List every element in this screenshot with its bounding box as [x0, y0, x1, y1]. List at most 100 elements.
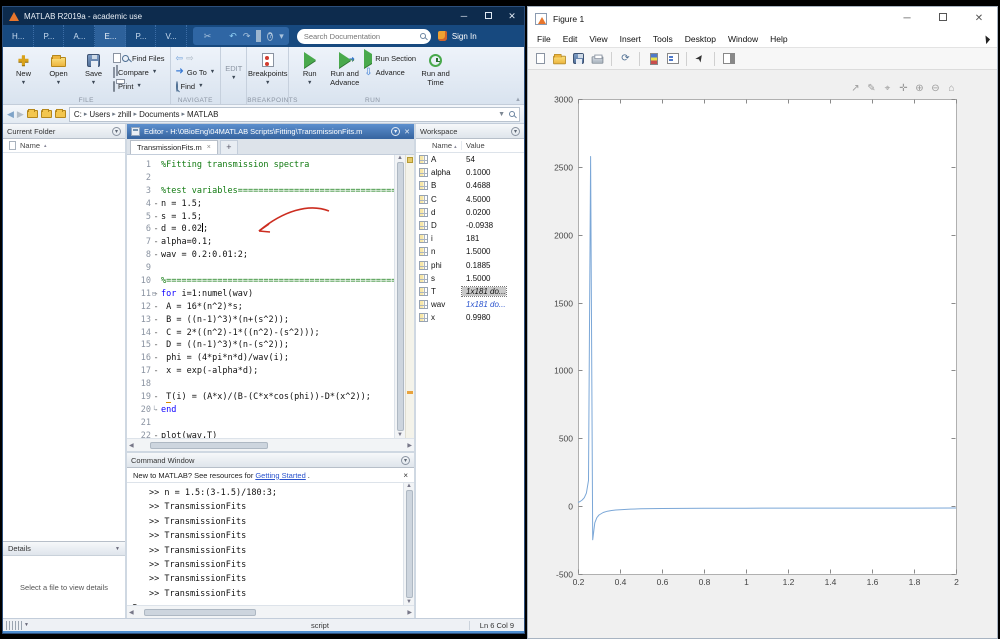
redo-icon[interactable]: ↷ [243, 32, 251, 41]
menu-file[interactable]: File [531, 34, 557, 44]
close-icon[interactable]: ✕ [961, 7, 997, 31]
scrollbar-thumb[interactable] [150, 442, 268, 449]
cut-icon[interactable]: ✂ [204, 32, 212, 41]
workspace-row-alpha[interactable]: alpha0.1000 [416, 166, 524, 179]
breadcrumb-item-c[interactable]: C: [74, 110, 82, 119]
plot-axes[interactable]: 0.20.40.60.811.21.41.61.82-5000500100015… [528, 70, 997, 633]
ribbon-tab-4[interactable]: P... [126, 25, 156, 47]
property-inspector-icon[interactable] [721, 52, 736, 66]
menu-desktop[interactable]: Desktop [679, 34, 722, 44]
scroll-down-icon[interactable]: ▼ [397, 432, 403, 438]
workspace-row-phi[interactable]: phi0.1885 [416, 259, 524, 272]
command-vertical-scrollbar[interactable]: ▲ ▼ [403, 483, 414, 605]
sign-in-link[interactable]: Sign In [452, 32, 477, 41]
ribbon-tab-0[interactable]: H... [3, 25, 34, 47]
scrollbar-thumb[interactable] [397, 162, 404, 431]
menu-insert[interactable]: Insert [614, 34, 647, 44]
collapse-toolstrip-icon[interactable]: ▲ [515, 97, 521, 103]
back-icon[interactable]: ◀ [7, 109, 14, 120]
breadcrumb-item-users[interactable]: Users [89, 110, 110, 119]
forward-icon[interactable]: ▶ [17, 109, 24, 120]
panel-menu-icon[interactable] [401, 456, 410, 465]
banner-close-icon[interactable]: × [403, 471, 408, 480]
layout-icon[interactable] [256, 32, 261, 41]
save-figure-icon[interactable] [571, 52, 586, 66]
breadcrumb-item-documents[interactable]: Documents [139, 110, 179, 119]
find-button[interactable]: Find▼ [176, 80, 216, 92]
notification-bell-icon[interactable] [438, 31, 447, 41]
panel-menu-icon[interactable] [511, 127, 520, 136]
forward-icon[interactable]: ⇨ [186, 53, 194, 64]
scrollbar-thumb[interactable] [406, 490, 413, 598]
scroll-left-icon[interactable]: ◀ [129, 609, 134, 616]
search-input[interactable] [302, 31, 420, 42]
folder-up-icon[interactable] [27, 110, 38, 118]
editor-tab[interactable]: TransmissionFits.m × [130, 140, 218, 154]
breakpoints-button[interactable]: Breakpoints▼ [250, 49, 285, 95]
more-icon[interactable]: ▾ [279, 32, 284, 41]
panel-menu-icon[interactable] [112, 127, 121, 136]
new-figure-icon[interactable] [533, 52, 548, 66]
current-folder-column-header[interactable]: Name ▴ [3, 139, 125, 153]
open-file-icon[interactable] [552, 52, 567, 66]
compare-button[interactable]: Compare▼ [113, 66, 165, 78]
run-button[interactable]: Run▼ [292, 49, 327, 95]
workspace-row-n[interactable]: n1.5000 [416, 245, 524, 258]
editor-menu-icon[interactable] [391, 127, 400, 136]
workspace-column-headers[interactable]: Name ▴ Value [416, 139, 524, 153]
insert-colorbar-icon[interactable] [646, 52, 661, 66]
run-and-advance-button[interactable]: Run and Advance [327, 49, 362, 95]
print-figure-icon[interactable] [590, 52, 605, 66]
warning-marker[interactable] [407, 391, 413, 394]
back-icon[interactable]: ⇦ [176, 53, 184, 64]
advance-button[interactable]: ⇩Advance [364, 66, 416, 78]
workspace-row-wav[interactable]: wav1x181 do... [416, 298, 524, 311]
print-button[interactable]: Print▼ [113, 80, 165, 92]
workspace-row-A[interactable]: A54 [416, 153, 524, 166]
editor-horizontal-scrollbar[interactable]: ◀ ▶ [127, 438, 414, 451]
resize-grip-icon[interactable] [6, 621, 22, 630]
ribbon-tab-2[interactable]: A... [64, 25, 95, 47]
breadcrumb-item-zhill[interactable]: zhill [118, 110, 132, 119]
scroll-up-icon[interactable]: ▲ [397, 155, 403, 161]
workspace-row-T[interactable]: T1x181 do... [416, 285, 524, 298]
current-folder-list[interactable] [3, 153, 125, 541]
minimize-icon[interactable]: ─ [452, 7, 476, 25]
menu-tools[interactable]: Tools [647, 34, 679, 44]
new-tab-button[interactable]: + [220, 140, 238, 154]
editor-close-icon[interactable]: ✕ [404, 128, 410, 136]
go-to-button[interactable]: ➜Go To▼ [176, 66, 216, 78]
undo-icon[interactable]: ↶ [229, 32, 237, 41]
browse-folder-icon[interactable] [41, 110, 52, 118]
toolstrip-section-edit[interactable]: EDIT ▼ [220, 47, 246, 104]
workspace-row-x[interactable]: x0.9980 [416, 311, 524, 324]
run-section-button[interactable]: Run Section [364, 52, 416, 64]
workspace-row-s[interactable]: s1.5000 [416, 272, 524, 285]
workspace-row-B[interactable]: B0.4688 [416, 179, 524, 192]
menu-help[interactable]: Help [764, 34, 793, 44]
open-button[interactable]: Open▼ [41, 49, 76, 95]
menu-view[interactable]: View [583, 34, 613, 44]
scroll-right-icon[interactable]: ▶ [407, 609, 412, 616]
ribbon-tab-1[interactable]: P... [34, 25, 64, 47]
scroll-up-icon[interactable]: ▲ [406, 483, 412, 489]
scroll-left-icon[interactable]: ◀ [129, 442, 134, 449]
code-area[interactable]: 1%Fitting transmission spectra2 3%test v… [127, 155, 414, 438]
ribbon-tab-5[interactable]: V... [156, 25, 186, 47]
menu-window[interactable]: Window [722, 34, 764, 44]
close-icon[interactable]: ✕ [500, 7, 524, 25]
workspace-row-D[interactable]: D-0.0938 [416, 219, 524, 232]
minimize-icon[interactable]: ─ [889, 7, 925, 31]
scrollbar-thumb[interactable] [144, 609, 256, 616]
workspace-row-C[interactable]: C4.5000 [416, 193, 524, 206]
command-horizontal-scrollbar[interactable]: ◀ ▶ [127, 605, 414, 618]
menu-edit[interactable]: Edit [557, 34, 584, 44]
analyzer-status-icon[interactable] [407, 157, 413, 163]
help-icon[interactable]: ? [267, 31, 273, 41]
details-header[interactable]: Details ▼ [3, 541, 125, 556]
console[interactable]: >> n = 1.5:(3-1.5)/180:3;>> Transmission… [127, 483, 403, 605]
getting-started-link[interactable]: Getting Started [255, 471, 305, 480]
new-button[interactable]: ✚New▼ [6, 49, 41, 95]
maximize-icon[interactable] [476, 7, 500, 25]
run-and-time-button[interactable]: Run and Time [418, 49, 453, 95]
